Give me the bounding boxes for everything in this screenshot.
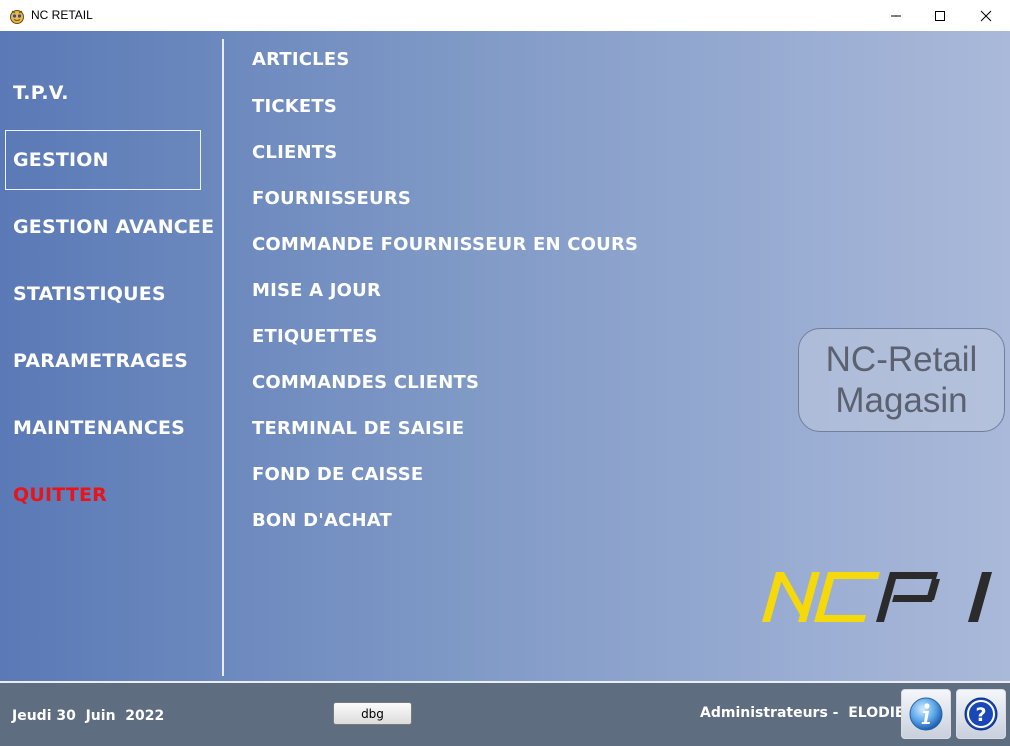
- dbg-button[interactable]: dbg: [333, 702, 412, 725]
- menu-item-tickets[interactable]: TICKETS: [252, 96, 337, 117]
- menu-item-clients[interactable]: CLIENTS: [252, 142, 337, 163]
- sidebar-item-gestion[interactable]: GESTION: [13, 149, 109, 171]
- window-titlebar: NC RETAIL: [0, 0, 1010, 32]
- main-area: T.P.V. GESTION GESTION AVANCEE STATISTIQ…: [0, 31, 1010, 681]
- sidebar: T.P.V. GESTION GESTION AVANCEE STATISTIQ…: [0, 31, 222, 681]
- maximize-button[interactable]: [917, 0, 963, 31]
- status-footer: Jeudi 30 Juin 2022 dbg Administrateurs -…: [0, 681, 1010, 746]
- close-button[interactable]: [963, 0, 1009, 31]
- menu-item-fond-de-caisse[interactable]: FOND DE CAISSE: [252, 464, 423, 485]
- window-title: NC RETAIL: [31, 8, 93, 22]
- minimize-button[interactable]: [873, 0, 919, 31]
- maximize-icon: [935, 10, 945, 21]
- menu-item-terminal-de-saisie[interactable]: TERMINAL DE SAISIE: [252, 418, 464, 439]
- sidebar-item-tpv[interactable]: T.P.V.: [13, 82, 69, 104]
- sidebar-divider: [222, 39, 224, 676]
- sidebar-item-gestion-avancee[interactable]: GESTION AVANCEE: [13, 216, 214, 238]
- sidebar-item-parametrages[interactable]: PARAMETRAGES: [13, 350, 188, 372]
- help-button[interactable]: ?: [956, 689, 1006, 739]
- close-icon: [980, 10, 992, 21]
- sidebar-item-maintenances[interactable]: MAINTENANCES: [13, 417, 185, 439]
- menu-item-commande-fournisseur[interactable]: COMMANDE FOURNISSEUR EN COURS: [252, 234, 638, 255]
- current-user: Administrateurs - ELODIE: [700, 705, 905, 721]
- current-date: Jeudi 30 Juin 2022: [12, 708, 165, 724]
- svg-text:?: ?: [975, 704, 986, 726]
- help-icon: ?: [964, 697, 998, 731]
- menu-item-mise-a-jour[interactable]: MISE A JOUR: [252, 280, 381, 301]
- menu-item-fournisseurs[interactable]: FOURNISSEURS: [252, 188, 411, 209]
- brand-box: NC-Retail Magasin: [798, 328, 1005, 432]
- app-icon: [10, 10, 24, 24]
- ncpi-logo: [762, 572, 992, 622]
- menu-item-bon-d-achat[interactable]: BON D'ACHAT: [252, 510, 392, 531]
- info-button[interactable]: [901, 689, 951, 739]
- info-icon: [909, 697, 943, 731]
- minimize-icon: [891, 15, 901, 16]
- brand-line-1: NC-Retail: [825, 340, 978, 379]
- sidebar-item-statistiques[interactable]: STATISTIQUES: [13, 283, 166, 305]
- menu-item-commandes-clients[interactable]: COMMANDES CLIENTS: [252, 372, 479, 393]
- sidebar-item-quitter[interactable]: QUITTER: [13, 484, 107, 506]
- menu-item-articles[interactable]: ARTICLES: [252, 49, 350, 70]
- brand-line-2: Magasin: [835, 381, 968, 420]
- menu-item-etiquettes[interactable]: ETIQUETTES: [252, 326, 378, 347]
